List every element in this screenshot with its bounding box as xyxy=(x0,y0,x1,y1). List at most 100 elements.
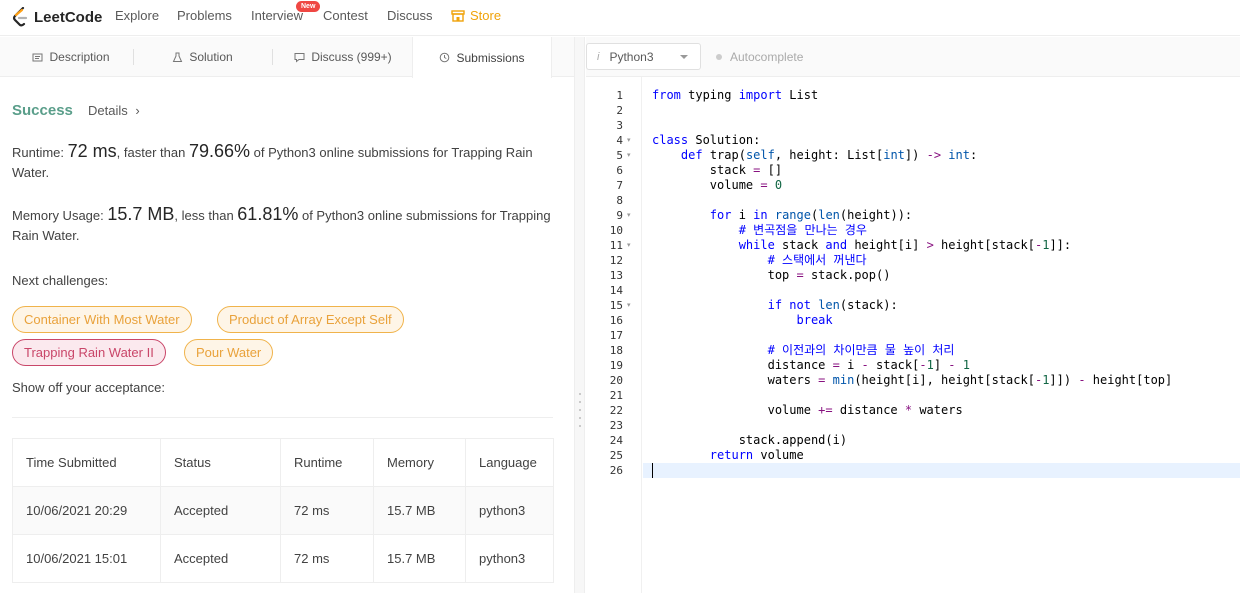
memory-cell: 15.7 MB xyxy=(373,534,466,583)
drag-handle-icon xyxy=(579,393,581,433)
code-line[interactable] xyxy=(652,103,1172,118)
code-line[interactable] xyxy=(652,418,1172,433)
tab-description[interactable]: Description xyxy=(12,37,130,77)
code-line[interactable] xyxy=(652,193,1172,208)
autocomplete-label: Autocomplete xyxy=(730,50,804,64)
column-header[interactable]: Status xyxy=(160,438,281,487)
column-header[interactable]: Runtime xyxy=(280,438,374,487)
code-line[interactable] xyxy=(652,118,1172,133)
time-submitted-cell: 10/06/2021 20:29 xyxy=(12,486,161,535)
panel-resize-handle[interactable] xyxy=(574,37,585,593)
line-number: 8 xyxy=(616,194,623,207)
runtime-summary: Runtime: 72 ms, faster than 79.66% of Py… xyxy=(12,141,552,183)
code-line[interactable] xyxy=(652,283,1172,298)
challenge-chip[interactable]: Container With Most Water xyxy=(12,306,192,333)
submissions-table: Time Submitted Status Runtime Memory Lan… xyxy=(12,438,554,583)
nav-store[interactable]: Store xyxy=(451,8,501,23)
code-editor[interactable]: 1 2 3 4 ▾ 5 ▾ 6 7 8 9 ▾ 10 11 ▾ 12 13 14 15 ▾ 16 17 18 19 20 21 22… xyxy=(586,77,1240,593)
code-line[interactable]: # 이전과의 차이만큼 물 높이 처리 xyxy=(652,343,1172,358)
column-header[interactable]: Language xyxy=(465,438,554,487)
tab-divider xyxy=(133,49,134,65)
nav-contest[interactable]: Contest xyxy=(323,8,368,23)
logo-text: LeetCode xyxy=(34,8,103,26)
memory-mid: , less than xyxy=(174,208,238,223)
line-number: 10 xyxy=(609,224,623,237)
code-content[interactable]: from typing import List class Solution: … xyxy=(652,88,1172,478)
line-number: 22 xyxy=(609,404,623,417)
runtime-value: 72 ms xyxy=(67,141,117,161)
code-line[interactable]: waters = min(height[i], height[stack[-1]… xyxy=(652,373,1173,388)
code-line[interactable]: top = stack.pop() xyxy=(652,268,1172,283)
fold-toggle-icon[interactable]: ▾ xyxy=(627,298,631,313)
editor-toolbar: i Python3 Autocomplete xyxy=(586,37,1240,77)
column-header[interactable]: Time Submitted xyxy=(12,438,161,487)
code-line[interactable]: class Solution: xyxy=(652,133,1172,148)
tab-submissions-label: Submissions xyxy=(456,50,525,65)
memory-label: Memory Usage: xyxy=(12,208,108,223)
code-line[interactable]: def trap(self, height: List[int]) -> int… xyxy=(652,148,1172,163)
code-line[interactable]: stack = [] xyxy=(652,163,1172,178)
divider xyxy=(12,417,553,418)
autocomplete-toggle[interactable]: Autocomplete xyxy=(716,50,803,64)
runtime-percent: 79.66% xyxy=(188,141,250,161)
challenge-chip[interactable]: Pour Water xyxy=(184,339,274,366)
status-link[interactable]: Accepted xyxy=(160,486,281,535)
fold-toggle-icon[interactable]: ▾ xyxy=(627,148,631,163)
tab-discuss-label: Discuss (999+) xyxy=(311,50,392,64)
nav-problems[interactable]: Problems xyxy=(177,8,232,23)
language-select[interactable]: i Python3 xyxy=(586,43,701,70)
code-line[interactable] xyxy=(652,463,1172,478)
line-number: 5 xyxy=(616,149,623,162)
toggle-dot-icon xyxy=(716,54,722,60)
runtime-label: Runtime: xyxy=(12,145,68,160)
code-line[interactable]: return volume xyxy=(652,448,1172,463)
submission-result-panel: Success Details › Runtime: 72 ms, faster… xyxy=(0,77,574,593)
code-line[interactable]: # 변곡점을 만나는 경우 xyxy=(652,223,1172,238)
code-line[interactable]: stack.append(i) xyxy=(652,433,1172,448)
memory-percent: 61.81% xyxy=(237,204,299,224)
nav-discuss[interactable]: Discuss xyxy=(387,8,433,23)
fold-toggle-icon[interactable]: ▾ xyxy=(627,238,631,253)
code-line[interactable]: if not len(stack): xyxy=(652,298,1172,313)
challenge-chip[interactable]: Trapping Rain Water II xyxy=(12,339,166,366)
table-header-row: Time Submitted Status Runtime Memory Lan… xyxy=(12,438,554,487)
line-number: 2 xyxy=(616,104,623,117)
success-status: Success xyxy=(12,102,73,119)
line-number: 23 xyxy=(609,419,623,432)
fold-toggle-icon[interactable]: ▾ xyxy=(627,208,631,223)
tab-submissions[interactable]: Submissions xyxy=(412,37,552,78)
code-line[interactable]: distance = i - stack[-1] - 1 xyxy=(652,358,1172,373)
code-line[interactable] xyxy=(652,388,1172,403)
code-line[interactable]: from typing import List xyxy=(652,88,1172,103)
store-label: Store xyxy=(470,8,502,23)
nav-interview[interactable]: Interview xyxy=(251,8,303,23)
leetcode-logo[interactable]: LeetCode xyxy=(12,6,102,28)
tab-discuss[interactable]: Discuss (999+) xyxy=(278,37,408,77)
code-line[interactable] xyxy=(652,328,1172,343)
table-row: 10/06/2021 20:29 Accepted 72 ms 15.7 MB … xyxy=(12,486,554,535)
nav-explore[interactable]: Explore xyxy=(115,8,159,23)
line-number: 1 xyxy=(616,89,623,102)
challenge-chip[interactable]: Product of Array Except Self xyxy=(217,306,404,333)
runtime-cell: 72 ms xyxy=(280,486,374,535)
memory-cell: 15.7 MB xyxy=(373,486,466,535)
code-line[interactable]: # 스택에서 꺼낸다 xyxy=(652,253,1172,268)
column-header[interactable]: Memory xyxy=(373,438,466,487)
line-number: 21 xyxy=(609,389,623,402)
table-row: 10/06/2021 15:01 Accepted 72 ms 15.7 MB … xyxy=(12,534,554,583)
details-link[interactable]: Details › xyxy=(88,103,140,118)
line-number: 4 xyxy=(616,134,623,147)
tab-solution[interactable]: Solution xyxy=(140,37,265,77)
code-line[interactable]: for i in range(len(height)): xyxy=(652,208,1172,223)
code-line[interactable]: while stack and height[i] > height[stack… xyxy=(652,238,1172,253)
code-line[interactable]: volume += distance * waters xyxy=(652,403,1172,418)
comment-icon xyxy=(294,52,305,63)
line-number: 26 xyxy=(609,464,623,477)
code-line[interactable]: volume = 0 xyxy=(652,178,1172,193)
line-number: 16 xyxy=(609,314,623,327)
line-number: 19 xyxy=(609,359,623,372)
status-link[interactable]: Accepted xyxy=(160,534,281,583)
line-number: 7 xyxy=(616,179,623,192)
code-line[interactable]: break xyxy=(652,313,1172,328)
fold-toggle-icon[interactable]: ▾ xyxy=(627,133,631,148)
